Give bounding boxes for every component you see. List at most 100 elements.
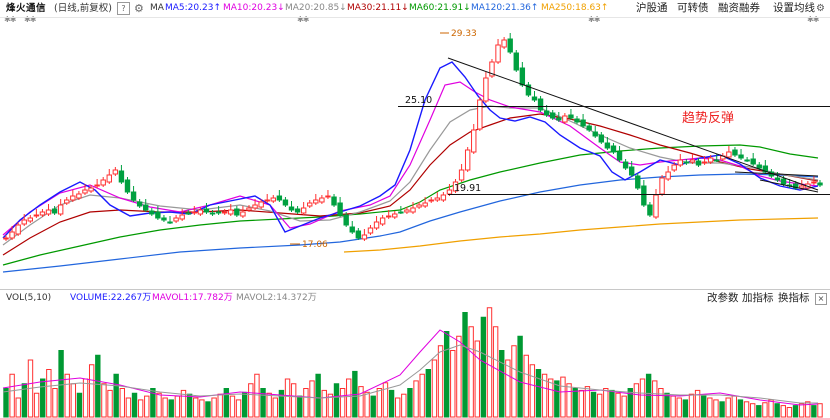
candle-body — [64, 199, 70, 204]
candle-body — [635, 175, 641, 189]
volume-bar — [413, 380, 419, 418]
volume-bar — [548, 378, 554, 418]
volume-bars — [3, 307, 823, 418]
candle-body — [550, 112, 556, 119]
candle-body — [726, 151, 732, 158]
volume-bar — [443, 331, 450, 418]
candle-body — [307, 202, 313, 207]
candle-body — [756, 164, 762, 169]
add-indicator-button[interactable]: 加指标 — [742, 290, 774, 307]
volume-bar — [474, 340, 480, 418]
candle-body — [574, 118, 580, 123]
volume-bar — [272, 397, 278, 418]
volume-bar — [3, 388, 9, 418]
candle-body — [155, 211, 161, 219]
candle-body — [173, 217, 179, 222]
volume-bar — [58, 350, 64, 418]
volume-bar — [174, 395, 181, 418]
candle-body — [416, 204, 422, 208]
volume-bar — [284, 378, 291, 418]
candle-body — [45, 209, 52, 215]
candle-body — [70, 195, 76, 201]
volume-bar — [749, 403, 756, 418]
volume-bar — [297, 395, 303, 418]
candle-body — [143, 204, 149, 211]
kline-chart[interactable]: 29.33 17.06 25.10 19.91 趋势反弹 — [0, 0, 830, 418]
volume-bar — [743, 401, 750, 418]
candle-body — [592, 131, 598, 137]
candle-body — [513, 52, 519, 71]
level-lower-label: 19.91 — [454, 183, 481, 194]
candle-body — [124, 179, 131, 193]
switch-indicator-button[interactable]: 换指标 — [778, 290, 810, 307]
candle-body — [732, 149, 738, 156]
candle-body — [598, 134, 605, 143]
volume-bar — [786, 407, 793, 418]
candle-body — [118, 170, 125, 183]
close-icon[interactable]: × — [815, 293, 827, 305]
volume-bar — [235, 399, 242, 418]
candle-body — [677, 159, 683, 166]
candle-body — [738, 154, 744, 159]
volume-bar — [707, 397, 713, 418]
volume-bar — [456, 335, 462, 418]
volume-bar — [621, 395, 627, 418]
volume-bar — [88, 364, 95, 418]
candle-body — [379, 217, 386, 225]
candle-body — [665, 171, 671, 180]
candle-body — [458, 169, 465, 181]
vol-label: VOL(5,10) — [6, 293, 52, 303]
candle-body — [21, 219, 27, 225]
candle-body — [367, 227, 374, 234]
candle-body — [641, 185, 647, 206]
candle-body — [57, 204, 64, 215]
volume-bar — [431, 359, 438, 418]
candle-body — [88, 187, 94, 192]
candle-body — [355, 230, 362, 239]
volume-header: VOL(5,10) VOLUME:22.267万 MAVOL1:17.782万 … — [0, 290, 830, 307]
candle-body — [543, 110, 550, 116]
candle-body — [100, 179, 106, 186]
candle-body — [507, 38, 513, 53]
candle-body — [252, 204, 258, 209]
candle-body — [325, 195, 331, 198]
candle-body — [300, 207, 307, 214]
volume-bar — [792, 405, 799, 418]
volume-bar — [162, 397, 168, 418]
volume-bar — [725, 397, 731, 418]
candle-body — [112, 169, 119, 175]
candle-body — [780, 178, 787, 185]
mavol1-value: MAVOL1:17.782万 — [152, 293, 233, 303]
candle-body — [464, 149, 471, 171]
volume-bar — [9, 373, 15, 418]
volume-bar — [144, 395, 150, 418]
volume-bar — [731, 395, 738, 418]
candle-body — [51, 208, 58, 214]
volume-bar — [376, 388, 383, 418]
candle-body — [817, 182, 823, 186]
volume-bar — [309, 380, 315, 418]
candle-body — [331, 196, 337, 206]
volume-bar — [266, 392, 272, 418]
high-label: 29.33 — [451, 29, 477, 39]
candle-body — [234, 208, 240, 216]
candle-body — [106, 174, 112, 183]
candle-body — [228, 209, 234, 215]
candle-body — [386, 215, 392, 218]
candle-body — [683, 161, 690, 164]
candle-body — [276, 195, 283, 201]
volume-bar — [780, 405, 786, 418]
volume-bar — [774, 403, 780, 418]
volume-bar — [254, 373, 260, 418]
volume-bar — [499, 350, 505, 418]
candle-body — [495, 44, 501, 63]
volume-bar — [76, 392, 83, 418]
volume-bar — [248, 383, 254, 418]
ma250-line — [343, 217, 819, 253]
volume-bar — [468, 326, 474, 418]
candle-body — [616, 151, 623, 161]
volume-bar — [652, 380, 658, 418]
edit-params-button[interactable]: 改参数 — [707, 290, 739, 307]
volume-value: VOLUME:22.267万 — [70, 293, 152, 303]
candle-body — [161, 217, 167, 221]
